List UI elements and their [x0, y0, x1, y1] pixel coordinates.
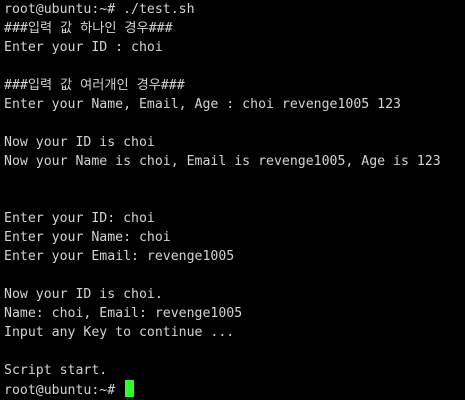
terminal-window[interactable]: root@ubuntu:~# ./test.sh ###입력 값 하나인 경우#… [0, 0, 465, 400]
terminal-line: Name: choi, Email: revenge1005 [4, 306, 243, 321]
terminal-line: Enter your Name: choi [4, 230, 171, 245]
terminal-line: Enter your Email: revenge1005 [4, 249, 235, 264]
terminal-line: Now your ID is choi. [4, 287, 163, 302]
terminal-line: root@ubuntu:~# ./test.sh [4, 2, 195, 17]
terminal-line: Enter your ID : choi [4, 40, 163, 55]
terminal-line: Enter your ID: choi [4, 211, 155, 226]
terminal-line: Now your ID is choi [4, 135, 155, 150]
terminal-prompt-line[interactable]: root@ubuntu:~# [4, 380, 465, 399]
shell-prompt: root@ubuntu:~# [4, 383, 124, 398]
terminal-line: Enter your Name, Email, Age : choi reven… [4, 97, 401, 112]
terminal-line: Input any Key to continue ... [4, 325, 235, 340]
text-cursor [125, 380, 135, 397]
terminal-line: Script start. [4, 363, 108, 378]
terminal-line: ###입력 값 하나인 경우### [4, 21, 173, 36]
terminal-line: ###입력 값 여러개인 경우### [4, 78, 185, 93]
terminal-line: Now your Name is choi, Email is revenge1… [4, 154, 441, 169]
